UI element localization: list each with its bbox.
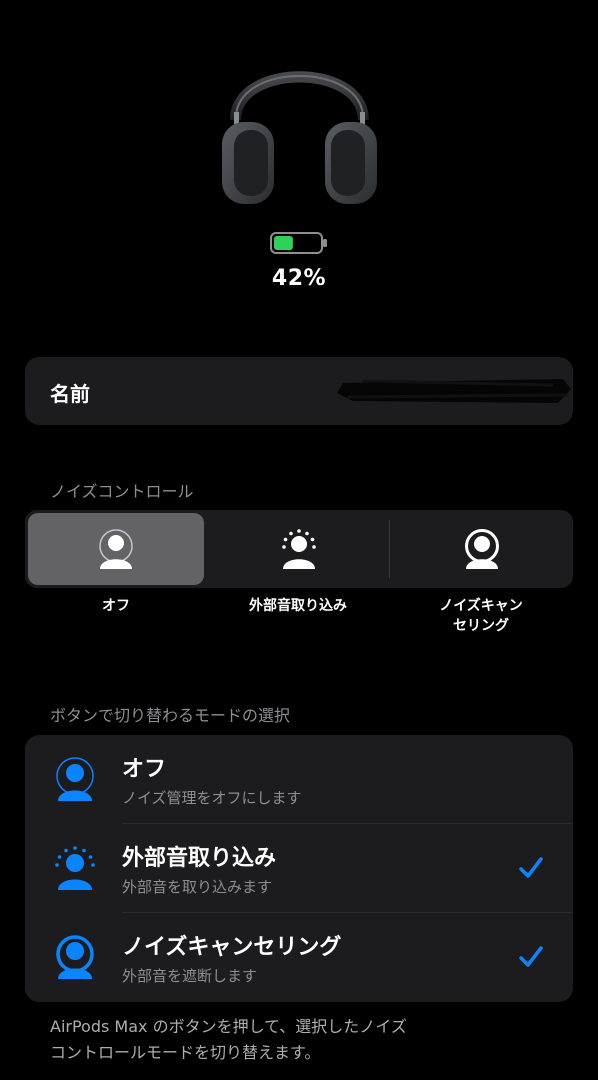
noise-control-segmented-control bbox=[25, 510, 573, 588]
segment-noise-cancelling[interactable] bbox=[394, 513, 570, 585]
mode-subtitle: 外部音を遮断します bbox=[122, 967, 258, 985]
mode-row-transparency[interactable]: 外部音取り込み 外部音を取り込みます bbox=[25, 824, 573, 912]
segment-noise-cancelling-label-line1: ノイズキャン bbox=[439, 598, 523, 614]
mode-title: 外部音取り込み bbox=[122, 846, 277, 871]
name-row[interactable]: 名前 bbox=[25, 357, 573, 425]
device-hero: 42% bbox=[0, 0, 598, 300]
person-noise-cancel-icon bbox=[465, 529, 499, 569]
mode-subtitle: 外部音を取り込みます bbox=[122, 878, 273, 896]
button-modes-header: ボタンで切り替わるモードの選択 bbox=[50, 706, 291, 725]
mode-row-noise-cancelling[interactable]: ノイズキャンセリング 外部音を遮断します bbox=[25, 913, 573, 1001]
segment-noise-cancelling-label-line2: セリング bbox=[453, 618, 509, 634]
mode-title: オフ bbox=[122, 757, 167, 782]
mode-title: ノイズキャンセリング bbox=[122, 935, 342, 960]
footer-line-1: AirPods Max のボタンを押して、選択したノイズ bbox=[50, 1017, 407, 1036]
segment-off[interactable] bbox=[28, 513, 204, 585]
headphones-image bbox=[222, 71, 377, 204]
noise-control-header: ノイズコントロール bbox=[50, 482, 194, 501]
person-noise-cancel-icon bbox=[56, 935, 94, 979]
mode-row-off[interactable]: オフ ノイズ管理をオフにします bbox=[25, 735, 573, 823]
person-transparency-icon bbox=[282, 529, 316, 569]
name-label: 名前 bbox=[50, 382, 90, 406]
person-transparency-icon bbox=[55, 846, 95, 890]
checkmark-icon bbox=[519, 857, 543, 878]
redacted-name-value bbox=[337, 379, 571, 403]
segment-divider bbox=[389, 520, 390, 578]
button-modes-list: オフ ノイズ管理をオフにします 外部音取り込み 外部音を取り込みます ノイズキャ… bbox=[25, 735, 573, 1002]
footer-description: AirPods Max のボタンを押して、選択したノイズ コントロールモードを切… bbox=[50, 1014, 550, 1066]
mode-subtitle: ノイズ管理をオフにします bbox=[122, 789, 302, 807]
battery-icon bbox=[270, 232, 327, 254]
footer-line-2: コントロールモードを切り替えます。 bbox=[50, 1043, 321, 1062]
person-off-icon bbox=[99, 529, 133, 569]
person-off-icon bbox=[56, 757, 94, 801]
checkmark-icon bbox=[519, 946, 543, 967]
segment-transparency[interactable] bbox=[211, 513, 387, 585]
segment-noise-cancelling-label: ノイズキャン セリング bbox=[381, 596, 581, 636]
segment-transparency-label: 外部音取り込み bbox=[249, 598, 347, 614]
battery-percentage: 42% bbox=[271, 266, 327, 291]
segment-off-label: オフ bbox=[102, 598, 130, 614]
